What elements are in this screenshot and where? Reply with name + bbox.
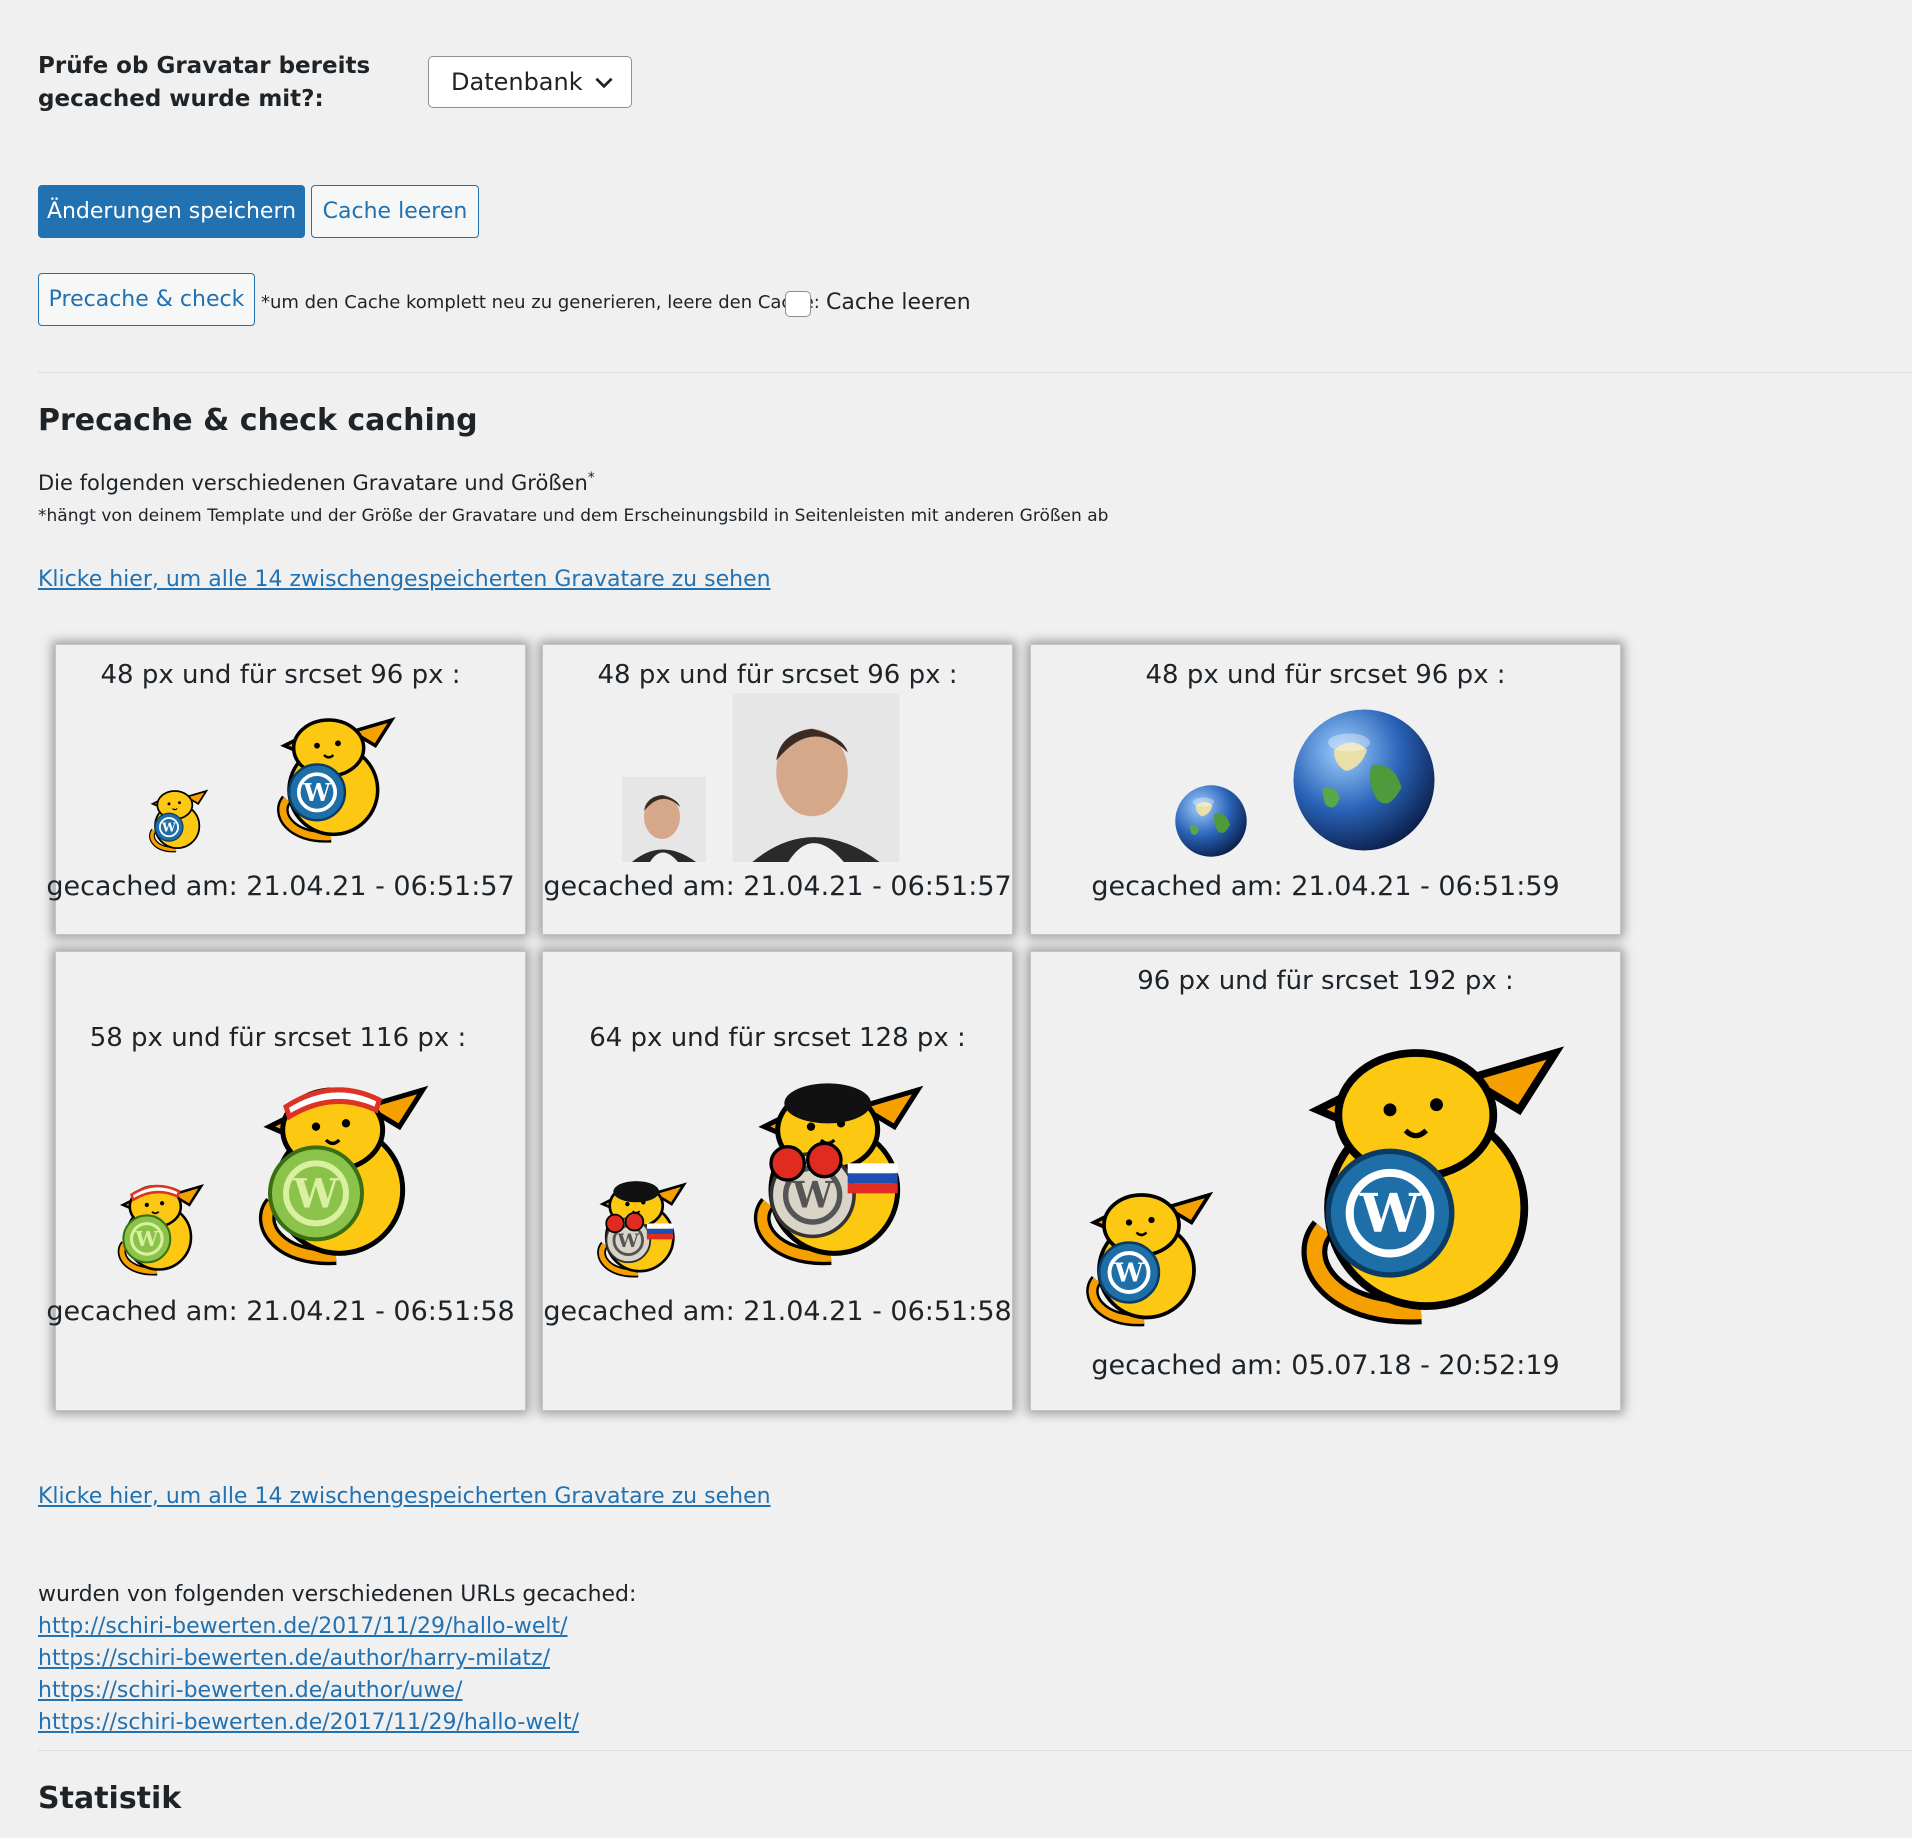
section-footnote: *hängt von deinem Template und der Größe…: [38, 506, 1109, 526]
card-cached-date: gecached am: 05.07.18 - 20:52:19: [1091, 1350, 1560, 1381]
urls-heading: wurden von folgenden verschiedenen URLs …: [38, 1582, 637, 1607]
clear-cache-button[interactable]: Cache leeren: [311, 185, 479, 238]
photo-small-avatar: [622, 777, 706, 862]
cached-url-link[interactable]: http://schiri-bewerten.de/2017/11/29/hal…: [38, 1614, 568, 1639]
clear-cache-checkbox-label[interactable]: Cache leeren: [826, 290, 971, 315]
view-all-gravatars-link[interactable]: Klicke hier, um alle 14 zwischengespeich…: [38, 567, 771, 592]
description-footnote-mark: *: [587, 470, 595, 486]
card-size-label: 48 px und für srcset 96 px :: [100, 660, 461, 690]
gravatar-card: 96 px und für srcset 192 px : gecached a…: [1030, 951, 1621, 1411]
cached-url-link[interactable]: https://schiri-bewerten.de/author/harry-…: [38, 1646, 550, 1671]
wapuu-tennis-large-avatar: [236, 1056, 436, 1284]
wapuu-large-avatar: [261, 703, 401, 849]
card-cached-date: gecached am: 21.04.21 - 06:51:58: [46, 1296, 515, 1327]
divider: [38, 1750, 1912, 1751]
gravatar-card: 64 px und für srcset 128 px : gecached a…: [542, 951, 1013, 1411]
card-size-label: 96 px und für srcset 192 px :: [1137, 966, 1514, 996]
clear-cache-checkbox[interactable]: [785, 291, 811, 317]
earth-large-avatar: [1289, 705, 1439, 855]
gravatar-card: 48 px und für srcset 96 px : gecached am…: [46, 644, 526, 935]
save-changes-button[interactable]: Änderungen speichern: [38, 185, 305, 238]
statistik-title: Statistik: [38, 1781, 182, 1816]
gravatar-card: 48 px und für srcset 96 px : gecached am…: [1030, 644, 1621, 935]
view-all-gravatars-link-bottom[interactable]: Klicke hier, um alle 14 zwischengespeich…: [38, 1484, 771, 1509]
select-value: Datenbank: [451, 68, 583, 96]
cached-url-link[interactable]: https://schiri-bewerten.de/author/uwe/: [38, 1678, 462, 1703]
earth-small-avatar: [1173, 783, 1249, 859]
wapuu-small-avatar: [141, 782, 211, 856]
wapuu-tennis-small-avatar: [106, 1169, 208, 1285]
wapuu-boxer-large-avatar: [731, 1056, 931, 1284]
card-size-label: 48 px und für srcset 96 px :: [1145, 660, 1506, 690]
setting-label: Prüfe ob Gravatar bereits gecached wurde…: [38, 53, 371, 112]
card-size-label: 58 px und für srcset 116 px :: [89, 1023, 467, 1053]
card-cached-date: gecached am: 21.04.21 - 06:51:59: [1091, 871, 1560, 902]
gravatar-card: 58 px und für srcset 116 px : gecached a…: [46, 951, 526, 1411]
section-title: Precache & check caching: [38, 403, 478, 438]
wapuu-large-avatar: [1261, 1022, 1581, 1332]
wapuu-boxer-small-avatar: [585, 1170, 691, 1284]
card-cached-date: gecached am: 21.04.21 - 06:51:58: [543, 1296, 1012, 1327]
wapuu-small-avatar: [1059, 1180, 1229, 1330]
divider: [38, 372, 1912, 373]
precache-note: *um den Cache komplett neu zu generieren…: [261, 292, 820, 313]
cached-url-link[interactable]: https://schiri-bewerten.de/2017/11/29/ha…: [38, 1710, 579, 1735]
card-size-label: 64 px und für srcset 128 px :: [589, 1023, 966, 1053]
section-description: Die folgenden verschiedenen Gravatare un…: [38, 470, 595, 495]
cache-check-select[interactable]: Datenbank: [428, 56, 632, 108]
card-size-label: 48 px und für srcset 96 px :: [597, 660, 958, 690]
chevron-down-icon: [595, 77, 613, 89]
card-cached-date: gecached am: 21.04.21 - 06:51:57: [46, 871, 515, 902]
photo-large-avatar: [732, 693, 900, 862]
gravatar-card: 48 px und für srcset 96 px : gecached am…: [542, 644, 1013, 935]
precache-check-button[interactable]: Precache & check: [38, 273, 255, 326]
description-text: Die folgenden verschiedenen Gravatare un…: [38, 471, 588, 495]
card-cached-date: gecached am: 21.04.21 - 06:51:57: [543, 871, 1012, 902]
